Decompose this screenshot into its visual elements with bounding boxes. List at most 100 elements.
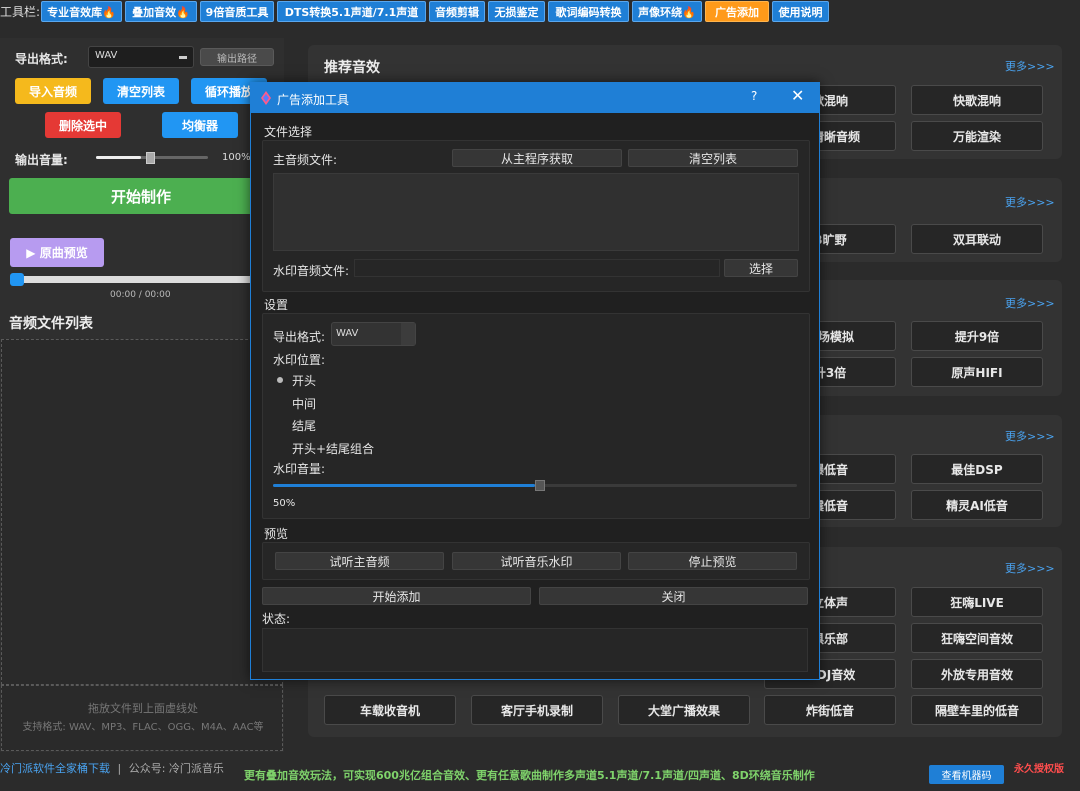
effect-button[interactable]: 提升9倍 xyxy=(911,321,1043,351)
tab-lossless-check[interactable]: 无损鉴定 xyxy=(488,1,545,22)
bottom-links: 冷门派软件全家桶下载 | 公众号: 冷门派音乐 xyxy=(0,760,224,776)
get-from-main-button[interactable]: 从主程序获取 xyxy=(452,149,622,167)
radio-both-icon[interactable] xyxy=(275,443,285,453)
wechat-account: 公众号: 冷门派音乐 xyxy=(128,762,224,775)
more-link[interactable]: 更多>>> xyxy=(1005,194,1055,210)
radio-label-start[interactable]: 开头 xyxy=(292,372,316,389)
settings-section-label: 设置 xyxy=(264,298,289,312)
stop-preview-button[interactable]: 停止预览 xyxy=(628,552,797,570)
import-audio-button[interactable]: 导入音频 xyxy=(15,78,91,104)
tab-ad-add[interactable]: 广告添加 xyxy=(705,1,769,22)
tab-overlay-effects[interactable]: 叠加音效🔥 xyxy=(125,1,197,22)
toolbar-label: 工具栏: xyxy=(0,5,40,19)
audio-file-list-title: 音频文件列表 xyxy=(9,316,93,332)
marquee-text: 更有叠加音效玩法，可实现600兆亿组合音效、更有任意歌曲制作多声道5.1声道/7… xyxy=(244,769,815,782)
dialog-titlebar[interactable]: 广告添加工具 ? ✕ xyxy=(251,83,819,113)
ad-add-dialog: 广告添加工具 ? ✕ 文件选择 主音频文件: 从主程序获取 清空列表 水印音频文… xyxy=(250,82,820,680)
delete-selected-button[interactable]: 删除选中 xyxy=(45,112,121,138)
drop-zone[interactable]: 拖放文件到上面虚线处 支持格式: WAV、MP3、FLAC、OGG、M4A、AA… xyxy=(1,685,283,751)
effect-button[interactable]: 外放专用音效 xyxy=(911,659,1043,689)
tab-pro-effects[interactable]: 专业音效库🔥 xyxy=(41,1,122,22)
formats-hint: 支持格式: WAV、MP3、FLAC、OGG、M4A、AAC等 xyxy=(22,722,264,733)
effect-button[interactable]: 客厅手机录制 xyxy=(471,695,603,725)
watermark-volume-label: 水印音量: xyxy=(273,462,326,476)
tab-audio-edit[interactable]: 音频剪辑 xyxy=(429,1,485,22)
equalizer-button[interactable]: 均衡器 xyxy=(162,112,238,138)
effect-button[interactable]: 狂嗨LIVE xyxy=(911,587,1043,617)
close-button[interactable]: 关闭 xyxy=(539,587,808,605)
radio-middle-icon[interactable] xyxy=(275,398,285,408)
status-label: 状态: xyxy=(262,612,291,626)
effect-button[interactable]: 最佳DSP xyxy=(911,454,1043,484)
wm-volume-knob[interactable] xyxy=(535,480,545,491)
preview-main-audio-button[interactable]: 试听主音频 xyxy=(275,552,444,570)
volume-knob[interactable] xyxy=(146,152,155,164)
audio-file-list[interactable] xyxy=(1,339,283,685)
effect-button[interactable]: 快歌混响 xyxy=(911,85,1043,115)
effect-button[interactable]: 精灵AI低音 xyxy=(911,490,1043,520)
output-volume-value: 100% xyxy=(222,152,251,163)
tab-dts-convert[interactable]: DTS转换5.1声道/7.1声道 xyxy=(277,1,426,22)
main-audio-list[interactable] xyxy=(273,173,799,251)
settings-section: 导出格式: WAV 水印位置: 开头 中间 结尾 开头+结尾组合 水印音量: 5… xyxy=(262,313,810,519)
export-format-label: 导出格式: xyxy=(273,330,326,344)
radio-label-both[interactable]: 开头+结尾组合 xyxy=(292,440,374,457)
radio-end-icon[interactable] xyxy=(275,420,285,430)
help-icon[interactable]: ? xyxy=(751,89,757,103)
preview-section-label: 预览 xyxy=(264,527,289,541)
software-download-link[interactable]: 冷门派软件全家桶下载 xyxy=(0,762,110,775)
effect-button[interactable]: 万能渲染 xyxy=(911,121,1043,151)
export-format-select[interactable]: WAV xyxy=(331,322,416,346)
app-icon xyxy=(261,91,271,105)
clear-list-button[interactable]: 清空列表 xyxy=(628,149,798,167)
effect-button[interactable]: 车载收音机 xyxy=(324,695,456,725)
radio-label-middle[interactable]: 中间 xyxy=(292,395,316,412)
effect-button[interactable]: 隔壁车里的低音 xyxy=(911,695,1043,725)
radio-label-end[interactable]: 结尾 xyxy=(292,417,316,434)
effect-button[interactable]: 原声HIFI xyxy=(911,357,1043,387)
playback-track xyxy=(10,276,272,283)
wm-volume-fill xyxy=(273,484,535,487)
preview-section: 试听主音频 试听音乐水印 停止预览 xyxy=(262,542,810,580)
output-path-button[interactable]: 输出路径 xyxy=(200,48,274,66)
close-icon[interactable]: ✕ xyxy=(791,86,804,105)
dropdown-icon xyxy=(401,323,415,345)
volume-fill xyxy=(96,156,141,159)
effect-button[interactable]: 狂嗨空间音效 xyxy=(911,623,1043,653)
more-link[interactable]: 更多>>> xyxy=(1005,428,1055,444)
tab-surround[interactable]: 声像环绕🔥 xyxy=(632,1,702,22)
start-make-button[interactable]: 开始制作 xyxy=(9,178,273,214)
effect-button[interactable]: 大堂广播效果 xyxy=(618,695,750,725)
export-format-value: WAV xyxy=(336,328,359,339)
export-format-label: 导出格式: xyxy=(15,52,68,66)
main-audio-label: 主音频文件: xyxy=(273,153,338,167)
view-machine-code-button[interactable]: 查看机器码 xyxy=(929,765,1004,784)
separator: | xyxy=(117,762,122,775)
radio-start-icon[interactable] xyxy=(275,375,285,385)
dialog-title: 广告添加工具 xyxy=(277,93,350,107)
tab-instructions[interactable]: 使用说明 xyxy=(772,1,829,22)
export-format-value: WAV xyxy=(95,50,118,61)
export-format-select[interactable]: WAV xyxy=(88,46,194,68)
watermark-file-input[interactable] xyxy=(354,259,720,277)
effect-button[interactable]: 双耳联动 xyxy=(911,224,1043,254)
start-add-button[interactable]: 开始添加 xyxy=(262,587,531,605)
file-section: 主音频文件: 从主程序获取 清空列表 水印音频文件: 选择 xyxy=(262,140,810,292)
watermark-volume-value: 50% xyxy=(273,498,296,509)
watermark-position-label: 水印位置: xyxy=(273,353,326,367)
dropdown-icon xyxy=(179,56,187,59)
select-button[interactable]: 选择 xyxy=(724,259,798,277)
more-link[interactable]: 更多>>> xyxy=(1005,560,1055,576)
more-link[interactable]: 更多>>> xyxy=(1005,295,1055,311)
watermark-file-label: 水印音频文件: xyxy=(273,264,350,278)
playback-time: 00:00 / 00:00 xyxy=(110,290,171,300)
preview-original-button[interactable]: ▶ 原曲预览 xyxy=(10,238,104,267)
card-title: 推荐音效 xyxy=(324,60,380,76)
clear-list-button[interactable]: 清空列表 xyxy=(103,78,179,104)
preview-watermark-button[interactable]: 试听音乐水印 xyxy=(452,552,621,570)
playback-knob[interactable] xyxy=(10,273,24,286)
effect-button[interactable]: 炸街低音 xyxy=(764,695,896,725)
tab-lyric-encoding[interactable]: 歌词编码转换 xyxy=(548,1,629,22)
more-link[interactable]: 更多>>> xyxy=(1005,58,1055,74)
tab-9x-quality[interactable]: 9倍音质工具 xyxy=(200,1,274,22)
